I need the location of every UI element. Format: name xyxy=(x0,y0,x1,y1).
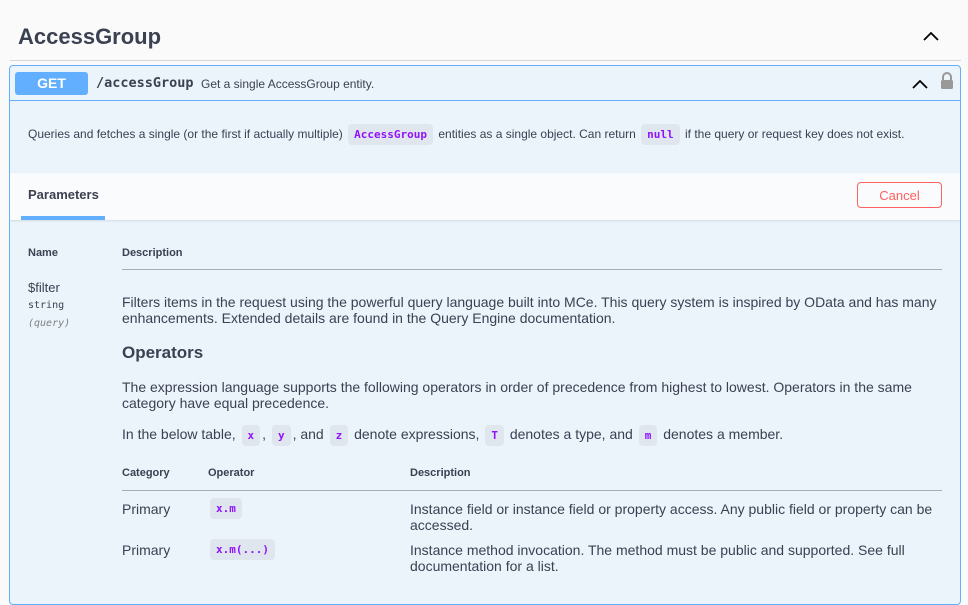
header-divider xyxy=(122,490,942,491)
operator-code: x.m xyxy=(210,498,242,519)
param-location: (query) xyxy=(28,318,71,329)
legend-text: denotes a member. xyxy=(663,426,784,442)
legend-text: denotes a type, and xyxy=(509,426,633,442)
inline-code: T xyxy=(485,425,504,446)
header-divider xyxy=(122,269,942,270)
operator-category: Primary xyxy=(122,501,171,517)
operator-category: Primary xyxy=(122,542,171,558)
legend-text: , and xyxy=(292,426,324,442)
tag-header[interactable]: AccessGroup xyxy=(10,12,961,61)
description-text: entities as a single object. Can return xyxy=(438,127,636,141)
inline-code: z xyxy=(329,425,349,446)
description-text: Queries and fetches a single (or the fir… xyxy=(28,127,343,141)
column-header-name: Name xyxy=(28,247,58,259)
inline-code: x xyxy=(241,425,261,446)
column-header-operator: Operator xyxy=(208,467,255,479)
operator-description: Instance field or instance field or prop… xyxy=(410,501,933,533)
tab-underline xyxy=(21,216,105,220)
endpoint-path: /accessGroup xyxy=(96,75,194,91)
legend-text: In the below table, xyxy=(122,426,236,442)
param-name: $filter xyxy=(28,280,60,295)
description-text: if the query or request key does not exi… xyxy=(685,127,905,141)
inline-code: AccessGroup xyxy=(348,124,434,145)
table-row: Primary x.m Instance field or instance f… xyxy=(122,498,944,541)
legend-text: denote expressions, xyxy=(354,426,480,442)
tab-parameters[interactable]: Parameters xyxy=(28,187,99,202)
legend-text: , xyxy=(262,426,267,442)
column-header-category: Category xyxy=(122,467,170,479)
operator-code: x.m(...) xyxy=(210,539,275,560)
inline-code: y xyxy=(271,425,291,446)
operators-intro: The expression language supports the fol… xyxy=(122,379,912,411)
operators-legend: In the below table, x, y, and z denote e… xyxy=(122,425,944,446)
chevron-up-icon[interactable] xyxy=(910,75,930,93)
opblock-get: GET /accessGroup Get a single AccessGrou… xyxy=(9,65,961,605)
lock-icon[interactable] xyxy=(939,72,955,90)
inline-code: m xyxy=(638,425,658,446)
parameters-section-header: Parameters Cancel xyxy=(10,173,960,220)
param-description: Filters items in the request using the p… xyxy=(122,294,937,326)
method-badge: GET xyxy=(15,72,88,95)
cancel-button[interactable]: Cancel xyxy=(857,182,942,208)
param-type: string xyxy=(28,300,65,311)
tag-section: AccessGroup GET /accessGroup Get a singl… xyxy=(0,0,968,605)
inline-code: null xyxy=(641,124,680,145)
operators-heading: Operators xyxy=(122,343,204,362)
tag-title: AccessGroup xyxy=(18,24,162,49)
endpoint-summary: Get a single AccessGroup entity. xyxy=(201,77,375,91)
operation-description: Queries and fetches a single (or the fir… xyxy=(28,124,948,145)
chevron-up-icon[interactable] xyxy=(921,26,941,46)
table-row: Primary x.m(...) Instance method invocat… xyxy=(122,539,944,582)
opblock-summary[interactable]: GET /accessGroup Get a single AccessGrou… xyxy=(10,66,960,101)
column-header-description: Description xyxy=(410,467,471,479)
operator-description: Instance method invocation. The method m… xyxy=(410,542,905,574)
column-header-description: Description xyxy=(122,247,183,259)
